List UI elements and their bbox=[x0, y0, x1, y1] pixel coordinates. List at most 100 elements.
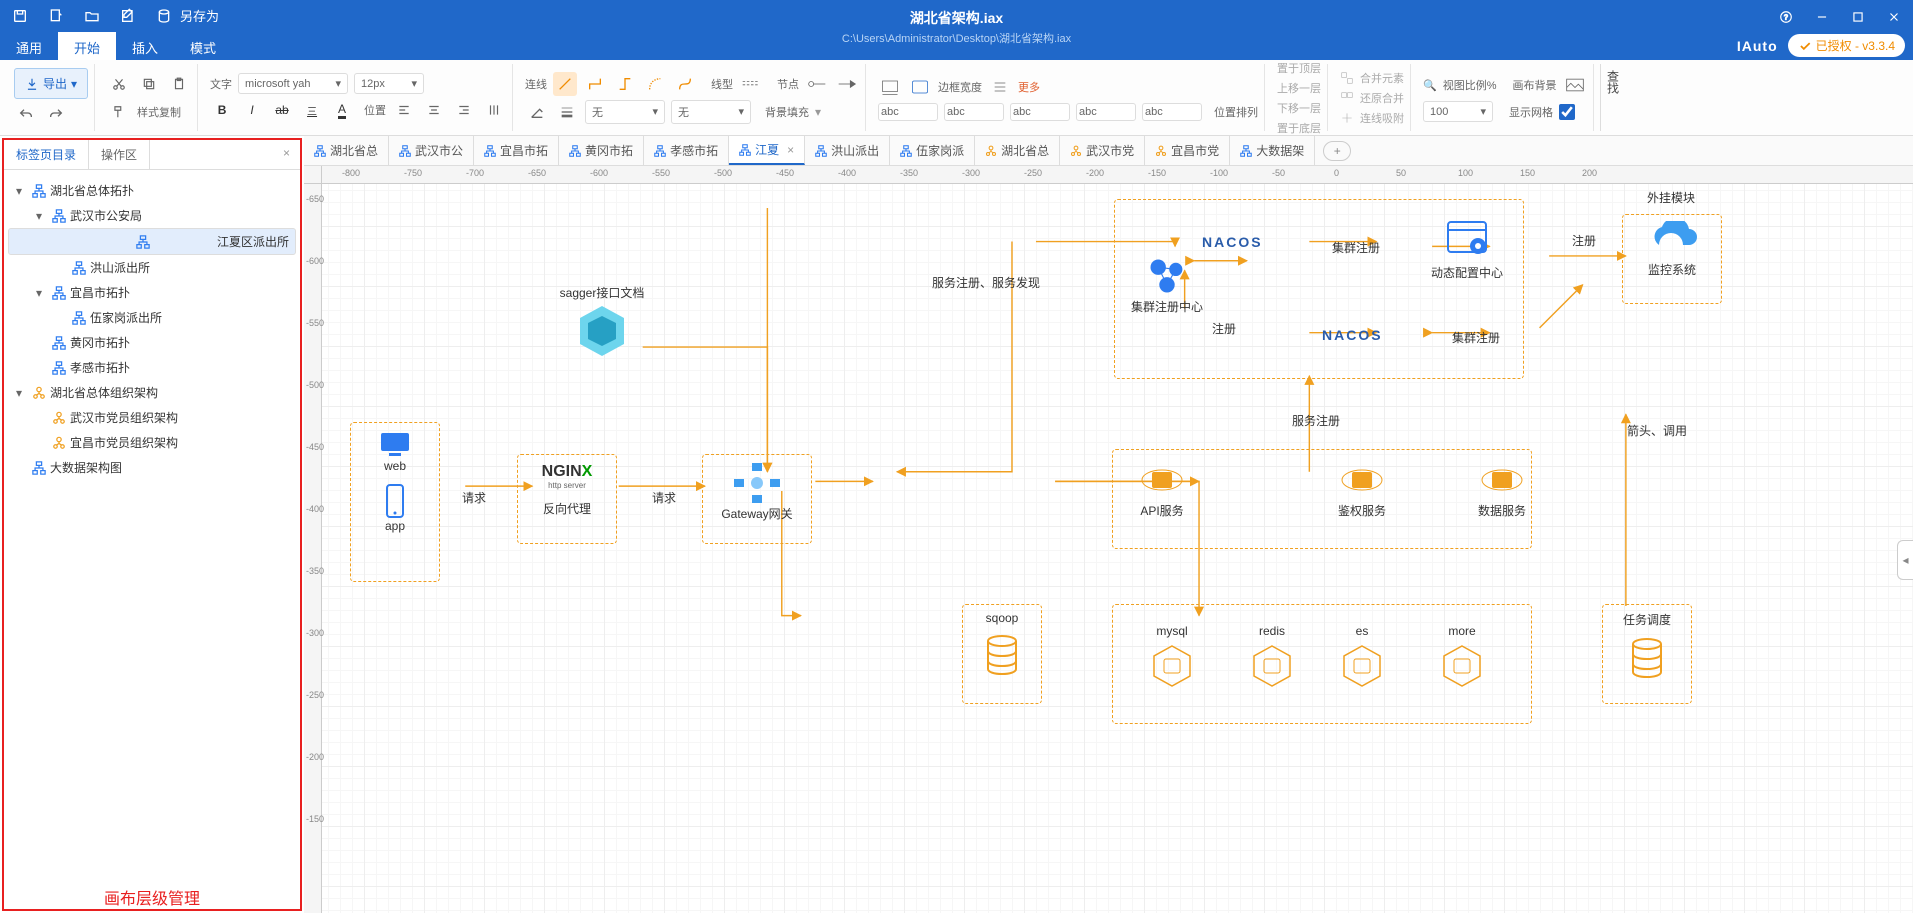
document-tab[interactable]: 武汉市党 bbox=[1060, 136, 1145, 165]
border-weight-icon[interactable] bbox=[988, 75, 1012, 99]
node-nginx[interactable]: NGINX http server 反向代理 bbox=[517, 454, 617, 544]
document-tab[interactable]: 宜昌市拓 bbox=[474, 136, 559, 165]
none2-select[interactable]: 无▾ bbox=[671, 100, 751, 124]
document-tab[interactable]: 伍家岗派 bbox=[890, 136, 975, 165]
connector-2-icon[interactable] bbox=[583, 72, 607, 96]
document-tab[interactable]: 黄冈市拓 bbox=[559, 136, 644, 165]
document-tab[interactable]: 武汉市公 bbox=[389, 136, 474, 165]
node-gateway[interactable]: Gateway网关 bbox=[702, 454, 812, 544]
menu-general[interactable]: 通用 bbox=[0, 32, 58, 60]
bring-top[interactable]: 置于顶层 bbox=[1277, 60, 1321, 76]
right-collapse-handle[interactable]: ◂ bbox=[1897, 540, 1913, 580]
node-data-svc[interactable]: 数据服务 bbox=[1462, 462, 1542, 519]
tree-item[interactable]: ▾宜昌市拓扑 bbox=[8, 280, 296, 305]
tree-item[interactable]: 大数据架构图 bbox=[8, 455, 296, 480]
copy-icon[interactable] bbox=[137, 72, 161, 96]
tree-item[interactable]: 伍家岗派出所 bbox=[8, 305, 296, 330]
maximize-icon[interactable] bbox=[1847, 6, 1869, 31]
align-left-icon[interactable] bbox=[392, 98, 416, 122]
tree-item[interactable]: ▾武汉市公安局 bbox=[8, 203, 296, 228]
help-icon[interactable]: ? bbox=[1775, 6, 1797, 31]
more-link[interactable]: 更多 bbox=[1018, 79, 1040, 95]
saveas-label[interactable]: 另存为 bbox=[180, 6, 219, 25]
cut-icon[interactable] bbox=[107, 72, 131, 96]
node-mysql[interactable]: mysql bbox=[1142, 624, 1202, 688]
canvas-bg-label[interactable]: 画布背景 bbox=[1513, 77, 1557, 93]
redo-icon[interactable] bbox=[44, 103, 68, 127]
close-left-pane[interactable]: × bbox=[273, 140, 300, 169]
node-more[interactable]: more bbox=[1432, 624, 1492, 688]
tree-item[interactable]: 武汉市党员组织架构 bbox=[8, 405, 296, 430]
paste-icon[interactable] bbox=[167, 72, 191, 96]
export-button[interactable]: 导出 ▾ bbox=[14, 68, 88, 99]
document-tab[interactable]: 湖北省总 bbox=[304, 136, 389, 165]
document-tab[interactable]: 江夏× bbox=[729, 136, 805, 165]
align-right-icon[interactable] bbox=[452, 98, 476, 122]
show-grid-checkbox[interactable] bbox=[1559, 104, 1575, 120]
line-color-icon[interactable] bbox=[525, 100, 549, 124]
font-size-select[interactable]: 12px▾ bbox=[354, 73, 424, 94]
minimize-icon[interactable] bbox=[1811, 6, 1833, 31]
tree-item[interactable]: 江夏区派出所 bbox=[8, 228, 296, 255]
canvas-bg-icon[interactable] bbox=[1563, 73, 1587, 97]
node-start-icon[interactable] bbox=[805, 72, 829, 96]
node-monitor[interactable]: 监控系统 bbox=[1622, 214, 1722, 304]
none1-select[interactable]: 无▾ bbox=[585, 100, 665, 124]
tab-page-tree[interactable]: 标签页目录 bbox=[4, 140, 89, 169]
valign-icon[interactable] bbox=[482, 98, 506, 122]
tab-work-area[interactable]: 操作区 bbox=[89, 140, 150, 169]
menu-start[interactable]: 开始 bbox=[58, 32, 116, 60]
underline-icon[interactable]: 三 bbox=[300, 98, 324, 122]
tree-item[interactable]: 黄冈市拓扑 bbox=[8, 330, 296, 355]
node-task-sched[interactable]: 任务调度 bbox=[1602, 604, 1692, 704]
document-tab[interactable]: 湖北省总 bbox=[975, 136, 1060, 165]
font-color-icon[interactable]: A bbox=[330, 98, 354, 122]
diagram[interactable]: 外挂模块 服务注册、服务发现 集群注册 集群注册 注册 注册 服务注册 箭头、调… bbox=[322, 184, 1913, 913]
undo-icon[interactable] bbox=[14, 103, 38, 127]
send-bottom[interactable]: 置于底层 bbox=[1277, 120, 1321, 136]
abc5[interactable]: abc bbox=[1142, 103, 1202, 121]
close-icon[interactable] bbox=[1883, 6, 1905, 31]
edit-icon[interactable] bbox=[116, 4, 140, 31]
open-icon[interactable] bbox=[80, 4, 104, 31]
node-redis[interactable]: redis bbox=[1242, 624, 1302, 688]
tree-item[interactable]: ▾湖北省总体组织架构 bbox=[8, 380, 296, 405]
menu-mode[interactable]: 模式 bbox=[174, 32, 232, 60]
search-button[interactable]: 查找 bbox=[1600, 64, 1626, 131]
move-down[interactable]: 下移一层 bbox=[1277, 100, 1321, 116]
node-reg-center[interactable]: 集群注册中心 bbox=[1127, 254, 1207, 315]
shape-2-icon[interactable] bbox=[908, 75, 932, 99]
node-sqoop[interactable]: sqoop bbox=[962, 604, 1042, 704]
add-tab-button[interactable]: + bbox=[1323, 141, 1351, 161]
merge-shapes[interactable]: 合并元素 bbox=[1360, 70, 1404, 86]
italic-icon[interactable]: I bbox=[240, 98, 264, 122]
shape-1-icon[interactable] bbox=[878, 75, 902, 99]
bgfill-label[interactable]: 背景填充 bbox=[765, 104, 809, 120]
view-pct-select[interactable]: 100▾ bbox=[1423, 101, 1493, 122]
connector-1-icon[interactable] bbox=[553, 72, 577, 96]
tree-item[interactable]: 孝感市拓扑 bbox=[8, 355, 296, 380]
new-icon[interactable] bbox=[44, 4, 68, 31]
style-copy-label[interactable]: 样式复制 bbox=[137, 104, 181, 120]
document-tab[interactable]: 大数据架 bbox=[1230, 136, 1315, 165]
move-up[interactable]: 上移一层 bbox=[1277, 80, 1321, 96]
menu-insert[interactable]: 插入 bbox=[116, 32, 174, 60]
db-icon[interactable] bbox=[152, 4, 176, 31]
font-family-select[interactable]: microsoft yah▾ bbox=[238, 73, 348, 94]
strike-icon[interactable]: ab bbox=[270, 98, 294, 122]
node-auth-svc[interactable]: 鉴权服务 bbox=[1322, 462, 1402, 519]
border-width-label[interactable]: 边框宽度 bbox=[938, 79, 982, 95]
connector-4-icon[interactable] bbox=[643, 72, 667, 96]
tree-item[interactable]: ▾湖北省总体拓扑 bbox=[8, 178, 296, 203]
node-client[interactable]: web app bbox=[350, 422, 440, 582]
position-arrange-label[interactable]: 位置排列 bbox=[1214, 104, 1258, 120]
abc3[interactable]: abc bbox=[1010, 103, 1070, 121]
node-end-icon[interactable] bbox=[835, 72, 859, 96]
document-tab[interactable]: 孝感市拓 bbox=[644, 136, 729, 165]
linestyle-icon[interactable] bbox=[739, 72, 763, 96]
tree-item[interactable]: 宜昌市党员组织架构 bbox=[8, 430, 296, 455]
bold-icon[interactable]: B bbox=[210, 98, 234, 122]
abc2[interactable]: abc bbox=[944, 103, 1004, 121]
node-sagger[interactable]: sagger接口文档 bbox=[542, 284, 662, 361]
node-dyn-cfg[interactable]: 动态配置中心 bbox=[1422, 214, 1512, 281]
